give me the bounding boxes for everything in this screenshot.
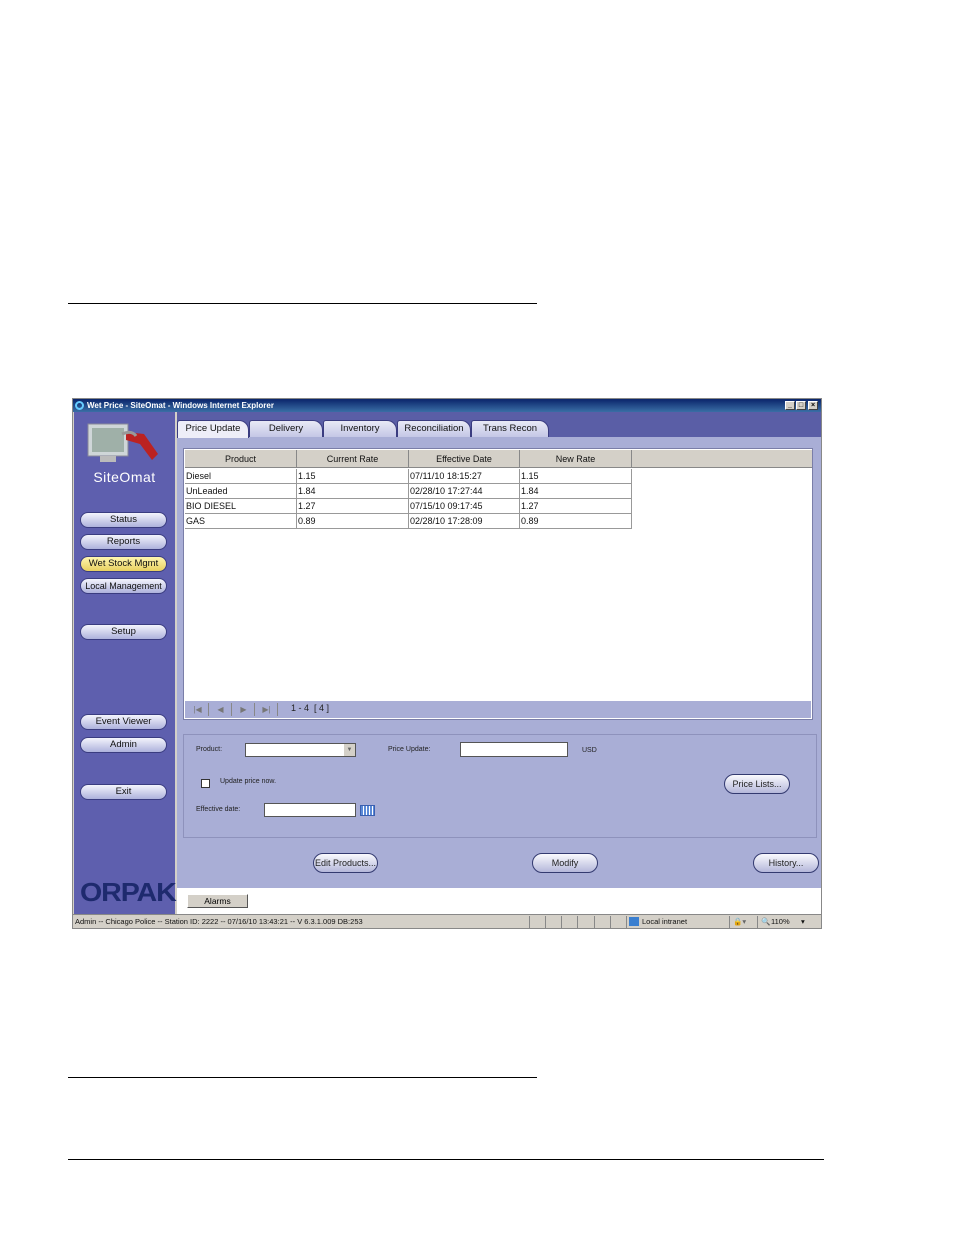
table-cell[interactable]: 07/11/10 18:15:27 [409,469,520,484]
tab-bar: Price Update Delivery Inventory Reconcil… [177,412,821,438]
pager-range: 1 - 4 [ 4 ] [291,703,330,713]
protected-mode-icon[interactable]: 🔒▾ [733,915,746,928]
edit-products-button[interactable]: Edit Products... [313,853,378,873]
column-header-effective-date[interactable]: Effective Date [409,450,520,468]
table-cell[interactable]: 02/28/10 17:27:44 [409,484,520,499]
nav-reports-button[interactable]: Reports [80,534,167,550]
pump-monitor-icon [87,423,158,462]
maximize-button[interactable]: □ [796,401,806,410]
first-page-icon[interactable]: |◀ [187,703,209,716]
nav-wet-stock-button[interactable]: Wet Stock Mgmt [80,556,167,572]
currency-label: USD [582,747,597,754]
orpak-logo: ORPAK [80,877,177,907]
price-update-input[interactable] [460,742,568,757]
product-label: Product: [196,746,223,753]
table-cell[interactable]: 1.27 [520,499,632,514]
column-header-product[interactable]: Product [185,450,297,468]
divider-top [68,303,537,304]
status-bar: Admin -- Chicago Police -- Station ID: 2… [73,914,821,928]
effective-date-input[interactable] [264,803,356,817]
modify-button[interactable]: Modify [532,853,598,873]
table-cell[interactable]: 02/28/10 17:28:09 [409,514,520,529]
nav-event-viewer-button[interactable]: Event Viewer [80,714,167,730]
title-bar: Wet Price - SiteOmat - Windows Internet … [73,399,821,412]
next-page-icon[interactable]: ▶ [233,703,255,716]
nav-setup-button[interactable]: Setup [80,624,167,640]
chevron-down-icon[interactable]: ▼ [344,744,355,756]
table-cell[interactable]: 07/15/10 09:17:45 [409,499,520,514]
table-cell[interactable]: 0.89 [297,514,409,529]
table-cell[interactable]: 1.15 [297,469,409,484]
tab-trans-recon[interactable]: Trans Recon [471,420,549,437]
table-cell[interactable]: UnLeaded [185,484,297,499]
price-update-label: Price Update: [388,746,431,753]
tab-price-update[interactable]: Price Update [177,420,249,438]
table-cell[interactable]: 1.15 [520,469,632,484]
nav-admin-button[interactable]: Admin [80,737,167,753]
price-table: Product Current Rate Effective Date New … [183,448,813,720]
nav-exit-button[interactable]: Exit [80,784,167,800]
close-button[interactable]: × [808,401,818,410]
divider-bottom [68,1159,824,1160]
price-form: Product: ▼ Price Update: USD Update pric… [183,734,817,838]
tab-inventory[interactable]: Inventory [323,420,397,437]
calendar-icon[interactable] [360,805,375,816]
table-cell[interactable]: 1.84 [297,484,409,499]
ie-icon [75,401,84,410]
product-select[interactable]: ▼ [245,743,356,757]
divider-middle [68,1077,537,1078]
brand-name: SiteOmat [93,469,156,485]
column-header-new-rate[interactable]: New Rate [520,450,632,468]
alarms-button[interactable]: Alarms [187,894,248,908]
pager: |◀ ◀ ▶ ▶| 1 - 4 [ 4 ] [185,701,811,718]
update-now-checkbox[interactable] [201,779,210,788]
minimize-button[interactable]: _ [785,401,795,410]
nav-status-button[interactable]: Status [80,512,167,528]
update-now-label: Update price now. [220,778,277,785]
zoom-level[interactable]: 110% [771,915,790,928]
sidebar: SiteOmat Status Reports Wet Stock Mgmt L… [74,412,177,914]
table-cell[interactable]: 1.27 [297,499,409,514]
intranet-icon [629,917,639,926]
zoom-icon: 🔍 [761,917,771,926]
main-panel: Price Update Delivery Inventory Reconcil… [177,412,821,888]
status-text: Admin -- Chicago Police -- Station ID: 2… [75,917,363,926]
tab-reconciliation[interactable]: Reconciliation [397,420,471,437]
table-cell[interactable]: 1.84 [520,484,632,499]
column-header-filler [632,450,812,468]
alarm-strip: Alarms [177,888,821,914]
browser-window: Wet Price - SiteOmat - Windows Internet … [72,398,822,929]
nav-local-management-button[interactable]: Local Management [80,578,167,594]
zoom-dropdown-icon[interactable]: ▾ [801,915,805,928]
tab-delivery[interactable]: Delivery [249,420,323,437]
column-header-current-rate[interactable]: Current Rate [297,450,409,468]
prev-page-icon[interactable]: ◀ [210,703,232,716]
table-cell[interactable]: BIO DIESEL [185,499,297,514]
table-cell[interactable]: 0.89 [520,514,632,529]
window-title: Wet Price - SiteOmat - Windows Internet … [87,401,274,410]
price-lists-button[interactable]: Price Lists... [724,774,790,794]
zone-label: Local intranet [642,917,688,926]
table-cell[interactable]: Diesel [185,469,297,484]
effective-date-label: Effective date: [196,806,241,813]
last-page-icon[interactable]: ▶| [256,703,278,716]
history-button[interactable]: History... [753,853,819,873]
table-cell[interactable]: GAS [185,514,297,529]
